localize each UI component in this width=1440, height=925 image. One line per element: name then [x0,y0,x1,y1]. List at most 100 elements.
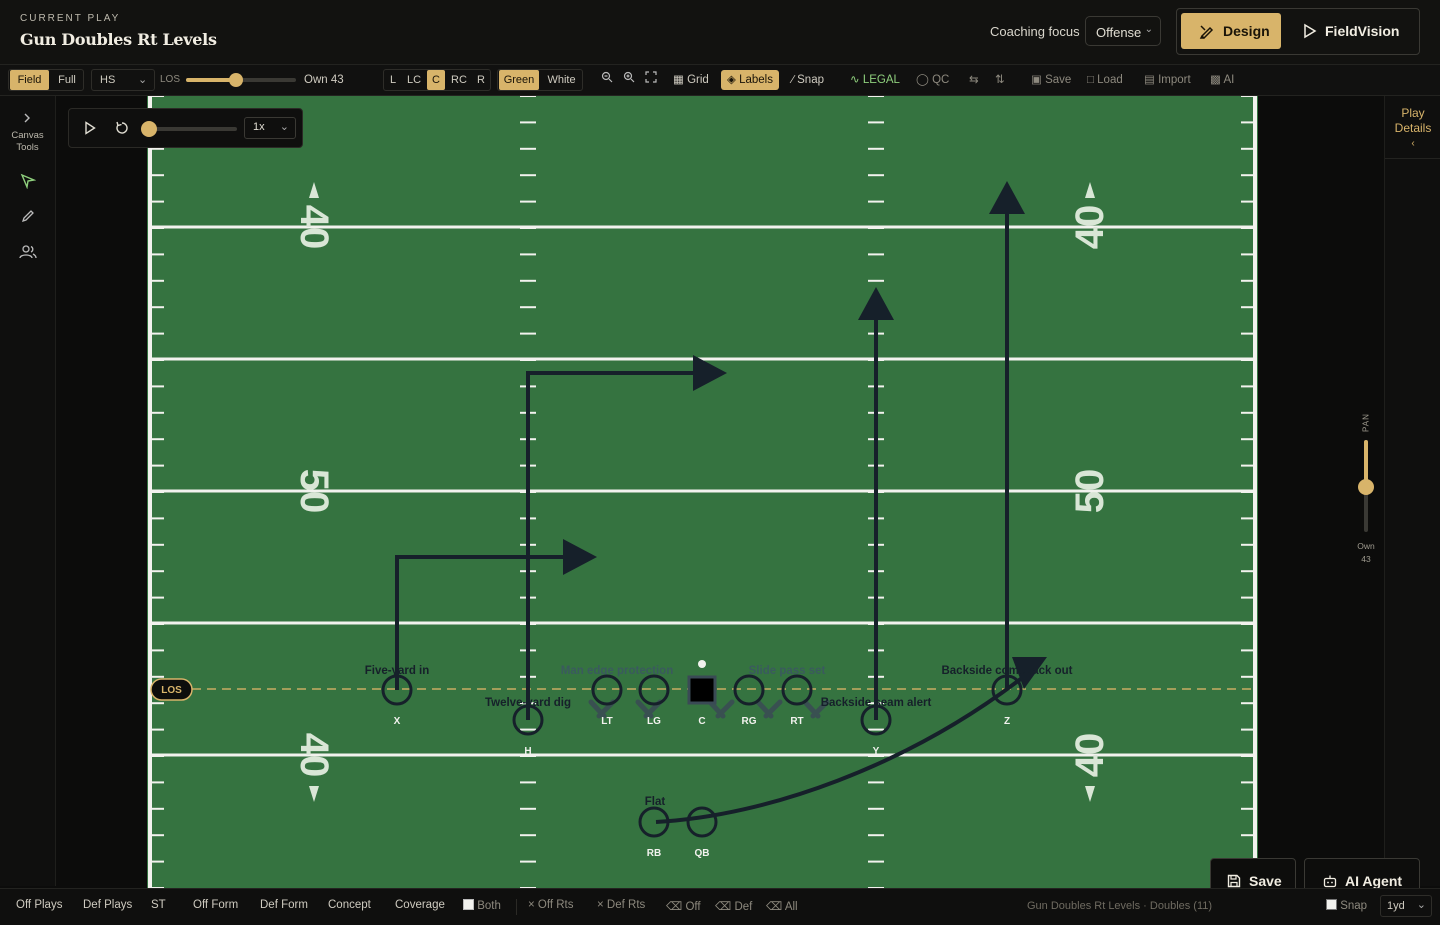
player-label: Z [1004,716,1010,727]
play-details-rail[interactable]: Play Details ‹ [1384,96,1440,886]
play-canvas[interactable]: 40 50 40 40 50 40 LOS Five-yard in Twelv… [147,96,1258,888]
flip-horizontal-icon[interactable]: ⇆ [969,70,979,90]
trash-icon: ⌫ [666,901,683,913]
top-bar: CURRENT PLAY Gun Doubles Rt Levels Coach… [0,0,1440,65]
check-circle-icon: ◯ [916,74,929,86]
color-green[interactable]: Green [499,70,539,90]
file-import-icon: ▤ [1144,74,1155,86]
trash-icon: ⌫ [766,901,783,913]
view-field-option[interactable]: Field [10,70,49,90]
save-toolbar-button[interactable]: ▣ Save [1031,70,1071,90]
pan-control: PAN Own 43 [1348,412,1384,572]
view-toggle: Field Full [8,69,84,91]
both-label: Both [477,900,501,912]
hash-l[interactable]: L [385,70,401,90]
playback-controls: 1x ⌄ [68,108,303,148]
snap-bottom-label: Snap [1340,900,1368,912]
users-icon[interactable] [19,244,37,260]
los-slider[interactable] [186,73,296,87]
clear-all-label: All [784,901,798,913]
pan-slider[interactable] [1358,440,1374,532]
hash-c[interactable]: C [427,70,445,90]
color-white[interactable]: White [541,70,582,90]
ai-toolbar-button[interactable]: ▩ AI [1210,70,1234,90]
field-color-toggle: Green White [497,69,583,91]
clear-def-routes-button[interactable]: × Def Rts [597,899,645,911]
pencil-icon[interactable] [20,208,36,224]
tab-off-plays[interactable]: Off Plays [16,899,62,911]
pan-slider-handle[interactable] [1358,479,1374,495]
los-slider-handle[interactable] [228,73,243,87]
tab-off-form[interactable]: Off Form [193,899,238,911]
reset-icon[interactable] [115,121,129,135]
los-badge[interactable]: LOS [150,678,193,701]
fit-screen-icon[interactable] [645,70,657,90]
chevron-down-icon: ⌄ [138,74,148,86]
zoom-out-icon[interactable] [601,70,613,90]
legal-label: LEGAL [862,74,900,86]
football-icon [698,660,706,668]
play-details-label: Play Details [1394,106,1432,135]
import-button[interactable]: ▤ Import [1144,70,1191,90]
toolbar: Field Full HS ⌄ LOS Own 43 L LC C RC R G… [0,65,1440,96]
load-button[interactable]: □ Load [1087,70,1123,90]
snap-label: Snap [797,74,824,86]
pan-label: PAN [1361,413,1371,432]
coaching-focus-select[interactable]: Offense ⌄ [1085,16,1161,46]
hash-lc[interactable]: LC [403,70,425,90]
snap-toggle[interactable]: ∕ Snap [792,70,824,90]
bot-icon [1323,875,1337,888]
ai-agent-label: AI Agent [1345,873,1403,889]
tab-st[interactable]: ST [151,899,166,911]
svg-text:40: 40 [292,733,336,778]
x-icon: × [597,899,604,911]
view-full-option[interactable]: Full [50,70,84,90]
player-label: H [524,746,531,757]
unit-value: 1yd [1387,900,1405,912]
tab-concept[interactable]: Concept [328,899,371,911]
player-label: LT [601,716,612,727]
note-line-right: Slide pass set [749,665,826,677]
zoom-in-icon[interactable] [623,70,635,90]
chevron-right-icon[interactable] [22,112,32,124]
checkbox-icon [1326,899,1337,910]
tab-def-plays[interactable]: Def Plays [83,899,132,911]
player-label: LG [647,716,661,727]
speed-select[interactable]: 1x ⌄ [244,117,296,139]
ai-toolbar-label: AI [1223,74,1235,86]
line-icon: ∕ [792,74,794,86]
folder-icon: □ [1087,74,1094,86]
scrubber-handle[interactable] [141,121,157,137]
chevron-down-icon: ⌄ [279,121,289,133]
tab-coverage[interactable]: Coverage [395,899,445,911]
playback-scrubber[interactable] [141,121,237,137]
player-marker [687,675,717,705]
canvas-tools-rail: Canvas Tools [0,96,56,886]
cursor-select-icon[interactable] [20,173,36,189]
legal-status[interactable]: ∿ LEGAL [850,70,900,90]
tab-def-form[interactable]: Def Form [260,899,308,911]
player-label: X [394,716,401,727]
clear-off-routes-button[interactable]: × Off Rts [528,899,574,911]
snap-checkbox[interactable]: Snap [1326,899,1367,912]
clear-off-button[interactable]: ⌫ Off [666,899,701,913]
design-mode-button[interactable]: Design [1181,13,1281,49]
clear-def-button[interactable]: ⌫ Def [715,899,752,913]
bottom-bar: Off Plays Def Plays ST Off Form Def Form… [0,888,1440,925]
hash-rc[interactable]: RC [447,70,471,90]
level-select[interactable]: HS ⌄ [91,69,155,91]
unit-select[interactable]: 1yd ⌄ [1380,895,1432,917]
chevron-left-icon[interactable]: ‹ [1385,138,1440,149]
both-checkbox[interactable]: Both [463,899,501,912]
hash-r[interactable]: R [473,70,489,90]
floppy-icon: ▣ [1031,74,1042,86]
fieldvision-mode-button[interactable]: FieldVision [1287,13,1415,49]
flip-vertical-icon[interactable]: ⇅ [995,70,1005,90]
grid-toggle[interactable]: ▦ Grid [673,70,709,90]
clear-def-routes-label: Def Rts [606,899,646,911]
play-icon[interactable] [84,121,96,135]
qc-button[interactable]: ◯ QC [916,70,949,90]
clear-all-button[interactable]: ⌫ All [766,899,798,913]
pulse-icon: ∿ [850,74,860,86]
labels-toggle[interactable]: ◈ Labels [721,70,779,90]
